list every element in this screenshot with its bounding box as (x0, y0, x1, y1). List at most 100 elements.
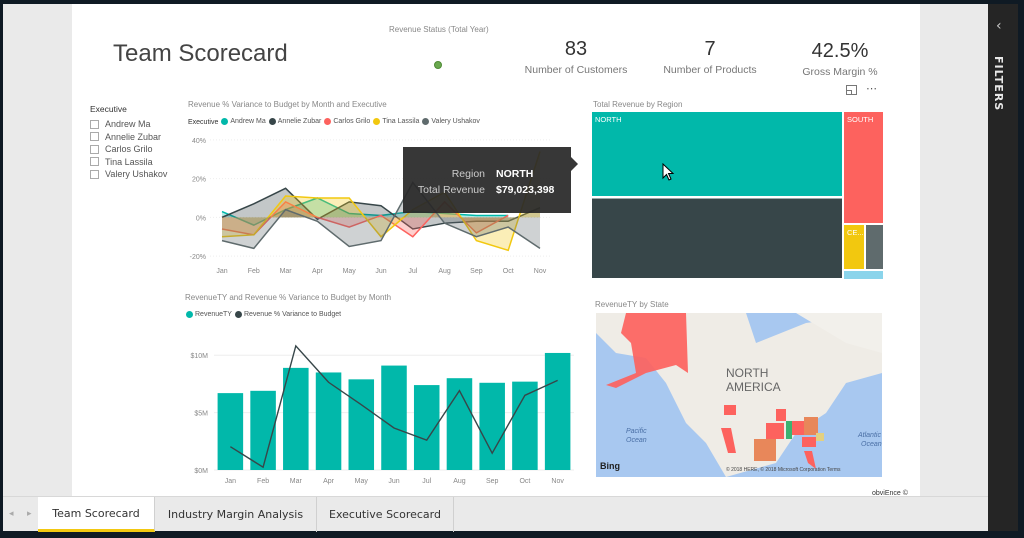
map-label: Ocean (861, 441, 882, 448)
checkbox[interactable] (90, 132, 99, 142)
bar[interactable] (315, 372, 342, 470)
x-tick-label: Sep (486, 478, 499, 485)
slicer-item[interactable]: Carlos Grilo (90, 143, 167, 156)
treemap-tile-central[interactable]: CE... (844, 225, 864, 269)
x-tick-label: Nov (551, 478, 564, 485)
bar[interactable] (479, 382, 505, 470)
x-tick-label: Jun (388, 478, 399, 485)
state-texas[interactable] (754, 439, 776, 461)
slicer-item[interactable]: Andrew Ma (90, 118, 167, 131)
legend-label: Andrew Ma (230, 118, 266, 125)
map-canvas: NORTH AMERICA Pacific Ocean Atlantic Oce… (596, 313, 882, 477)
collapse-chevron-icon[interactable]: ‹ (996, 18, 1002, 34)
checkbox[interactable] (90, 144, 99, 154)
y-tick-label: 20% (192, 177, 206, 184)
treemap-tile-region-6[interactable] (844, 271, 883, 279)
map-label: Atlantic (857, 432, 881, 439)
legend-marker (422, 118, 430, 125)
bar[interactable] (250, 390, 276, 470)
treemap-tile-north[interactable]: NORTH (592, 112, 842, 196)
slicer-item[interactable]: Annelie Zubar (90, 131, 167, 144)
slicer-item-label: Carlos Grilo (105, 144, 153, 155)
slicer-item[interactable]: Valery Ushakov (90, 168, 167, 181)
map-label: NORTH (726, 366, 768, 380)
variance-chart-legend: Executive Andrew Ma Annelie Zubar Carlos G… (188, 118, 480, 127)
more-options-icon[interactable]: ⋯ (866, 82, 878, 95)
bar[interactable] (283, 367, 309, 470)
x-tick-label: Aug (438, 268, 451, 275)
tab-industry-margin-analysis[interactable]: Industry Margin Analysis (155, 497, 317, 532)
checkbox[interactable] (90, 169, 99, 179)
legend-item[interactable]: Annelie Zubar (266, 118, 321, 125)
kpi-products[interactable]: 7 Number of Products (654, 38, 766, 76)
legend-label: Revenue % Variance to Budget (243, 311, 342, 318)
revenue-combo-chart[interactable]: $10M$5M$0M10%5%0%-5%JanFebMarAprMayJunJu… (180, 320, 588, 492)
app-frame: Team Scorecard Revenue Status (Total Yea… (0, 0, 1024, 538)
slicer-item[interactable]: Tina Lassila (90, 156, 167, 169)
revenue-by-region-treemap[interactable]: NORTH SOUTH CE... (592, 112, 884, 280)
bar[interactable] (217, 393, 244, 470)
map-title: RevenueTY by State (595, 300, 669, 309)
x-tick-label: Feb (257, 478, 269, 485)
x-tick-label: Apr (323, 478, 335, 485)
legend-marker (221, 118, 229, 125)
focus-mode-icon[interactable] (846, 85, 857, 95)
kpi-value: 42.5% (811, 40, 869, 62)
x-tick-label: Sep (470, 268, 483, 275)
state-region[interactable] (766, 423, 784, 439)
legend-item[interactable]: Andrew Ma (218, 118, 266, 125)
tab-label: Team Scorecard (52, 506, 140, 520)
state-region[interactable] (776, 409, 786, 421)
filters-pane[interactable]: ‹ FILTERS (988, 4, 1018, 531)
revenue-status-indicator[interactable] (434, 61, 442, 69)
treemap-tile-region-2[interactable] (592, 198, 842, 278)
x-tick-label: Jan (225, 478, 236, 485)
tab-label: Executive Scorecard (329, 508, 441, 521)
tab-team-scorecard[interactable]: Team Scorecard (38, 497, 155, 532)
x-tick-label: Jun (375, 268, 386, 275)
legend-item[interactable]: Carlos Grilo (321, 118, 370, 125)
kpi-label: Number of Customers (524, 64, 628, 76)
tab-scroll-left-icon[interactable]: ◂ (9, 509, 14, 519)
state-region[interactable] (816, 433, 824, 441)
revenue-by-state-map[interactable]: NORTH AMERICA Pacific Ocean Atlantic Oce… (596, 313, 882, 477)
bar[interactable] (381, 365, 407, 470)
state-region[interactable] (802, 437, 816, 447)
revenue-status-title: Revenue Status (Total Year) (389, 25, 489, 34)
tab-scroll-right-icon[interactable]: ▸ (27, 509, 32, 519)
kpi-customers[interactable]: 83 Number of Customers (520, 38, 632, 76)
state-region[interactable] (792, 421, 804, 435)
y-tick-label: -20% (190, 254, 206, 261)
checkbox[interactable] (90, 119, 99, 129)
tab-executive-scorecard[interactable]: Executive Scorecard (317, 497, 454, 532)
legend-item[interactable]: Valery Ushakov (419, 118, 480, 125)
legend-item[interactable]: Revenue % Variance to Budget (232, 311, 341, 318)
map-label: AMERICA (726, 380, 781, 394)
legend-label: Tina Lassila (382, 118, 420, 125)
checkbox[interactable] (90, 157, 99, 167)
legend-item[interactable]: RevenueTY (183, 311, 232, 318)
tooltip-value: $79,023,398 (496, 184, 555, 196)
legend-marker (373, 118, 381, 125)
kpi-label: Gross Margin % (802, 66, 878, 78)
state-region[interactable] (804, 417, 818, 435)
map-attribution[interactable]: © 2018 HERE, © 2018 Microsoft Corporatio… (726, 466, 841, 473)
state-region[interactable] (724, 405, 736, 415)
treemap-tooltip: Region NORTH Total Revenue $79,023,398 (403, 147, 571, 213)
bar[interactable] (544, 352, 571, 470)
map-label: Ocean (626, 437, 647, 444)
slicer-title: Executive (90, 104, 127, 114)
y-left-tick-label: $5M (194, 411, 208, 418)
treemap-tile-south[interactable]: SOUTH (844, 112, 883, 223)
filters-label[interactable]: FILTERS (992, 56, 1005, 111)
kpi-gross-margin[interactable]: 42.5% Gross Margin % (790, 40, 890, 78)
legend-marker (268, 118, 276, 125)
x-tick-label: Apr (312, 268, 324, 275)
x-tick-label: Mar (280, 268, 293, 275)
x-tick-label: May (343, 268, 357, 275)
legend-item[interactable]: Tina Lassila (370, 118, 419, 125)
treemap-tile-region-5[interactable] (866, 225, 883, 269)
bar[interactable] (348, 379, 375, 470)
state-illinois[interactable] (786, 421, 792, 439)
legend-label: Carlos Grilo (333, 118, 371, 125)
